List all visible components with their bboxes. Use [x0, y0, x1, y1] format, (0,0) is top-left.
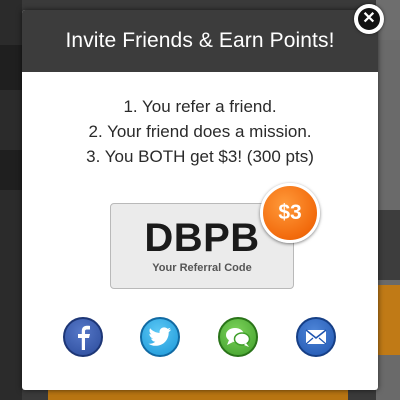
- step-2: 2. Your friend does a mission.: [88, 122, 312, 141]
- envelope-icon: [305, 329, 327, 345]
- background-right-panel: [376, 0, 400, 400]
- modal-header: Invite Friends & Earn Points!: [22, 10, 378, 72]
- referral-steps: 1. You refer a friend. 2. Your friend do…: [22, 94, 378, 169]
- twitter-icon: [148, 327, 171, 346]
- background-block: [376, 285, 400, 355]
- background-band: [0, 150, 22, 190]
- email-share-button[interactable]: [296, 317, 336, 357]
- step-3: 3. You BOTH get $3! (300 pts): [86, 147, 314, 166]
- close-icon: ✕: [358, 8, 380, 30]
- share-buttons: [22, 317, 378, 359]
- invite-modal: Invite Friends & Earn Points! 1. You ref…: [22, 10, 378, 390]
- background-left-panel: [0, 0, 22, 400]
- sms-share-button[interactable]: [218, 317, 258, 357]
- background-block: [376, 210, 400, 280]
- referral-code-caption: Your Referral Code: [152, 262, 252, 274]
- facebook-share-button[interactable]: [63, 317, 103, 357]
- modal-title: Invite Friends & Earn Points!: [65, 29, 335, 52]
- close-button[interactable]: ✕: [354, 4, 384, 34]
- facebook-icon: [78, 325, 90, 350]
- twitter-share-button[interactable]: [140, 317, 180, 357]
- background-band: [0, 45, 22, 90]
- chat-bubbles-icon: [226, 328, 251, 347]
- reward-badge: $3: [260, 183, 320, 243]
- step-1: 1. You refer a friend.: [123, 97, 277, 116]
